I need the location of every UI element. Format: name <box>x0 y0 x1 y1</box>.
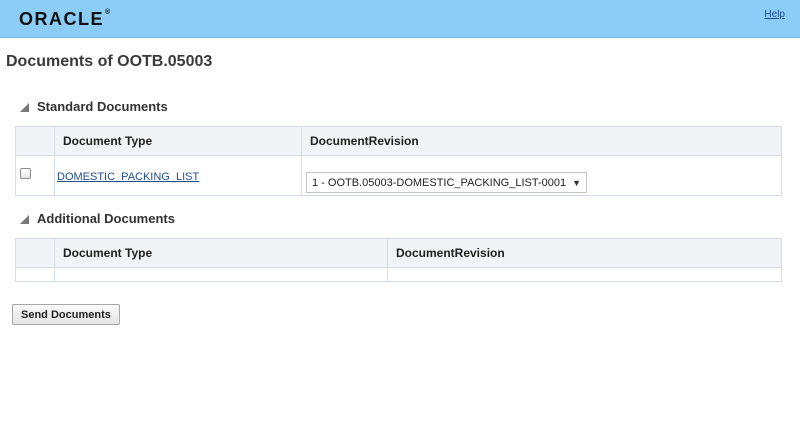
table-header-row: Document Type DocumentRevision <box>15 238 782 268</box>
disclosure-triangle-icon[interactable] <box>20 103 29 112</box>
page-title: Documents of OOTB.05003 <box>6 53 213 70</box>
empty-cell <box>54 267 388 282</box>
standard-documents-header[interactable]: Standard Documents <box>20 99 168 114</box>
row-checkbox[interactable] <box>20 168 31 179</box>
table-row: DOMESTIC_PACKING_LIST 1 - OOTB.05003-DOM… <box>15 155 782 196</box>
standard-documents-table: Document Type DocumentRevision DOMESTIC_… <box>15 126 782 196</box>
oracle-logo: ORACLE® <box>19 9 111 29</box>
document-revision-value: 1 - OOTB.05003-DOMESTIC_PACKING_LIST-000… <box>312 176 567 189</box>
additional-documents-table: Document Type DocumentRevision <box>15 238 782 282</box>
column-header-document-revision: DocumentRevision <box>387 238 782 268</box>
column-header-document-type: Document Type <box>54 126 302 156</box>
disclosure-triangle-icon[interactable] <box>20 215 29 224</box>
empty-cell <box>15 267 55 282</box>
standard-documents-title: Standard Documents <box>37 99 168 114</box>
column-header-document-revision: DocumentRevision <box>301 126 782 156</box>
document-type-link[interactable]: DOMESTIC_PACKING_LIST <box>57 171 199 183</box>
empty-table-row <box>15 267 782 282</box>
table-header-row: Document Type DocumentRevision <box>15 126 782 156</box>
additional-documents-title: Additional Documents <box>37 211 175 226</box>
help-link[interactable]: Help <box>764 9 785 20</box>
triangle-down-icon: ▼ <box>572 177 582 188</box>
row-select-cell <box>15 155 55 196</box>
column-header-document-type: Document Type <box>54 238 388 268</box>
top-banner: ORACLE® Help <box>0 0 800 38</box>
select-column-header <box>15 126 55 156</box>
empty-cell <box>387 267 782 282</box>
additional-documents-header[interactable]: Additional Documents <box>20 211 175 226</box>
document-revision-cell: 1 - OOTB.05003-DOMESTIC_PACKING_LIST-000… <box>301 155 782 196</box>
send-documents-button[interactable]: Send Documents <box>12 304 120 325</box>
document-revision-select[interactable]: 1 - OOTB.05003-DOMESTIC_PACKING_LIST-000… <box>306 172 588 193</box>
document-type-cell: DOMESTIC_PACKING_LIST <box>54 155 302 196</box>
select-column-header <box>15 238 55 268</box>
